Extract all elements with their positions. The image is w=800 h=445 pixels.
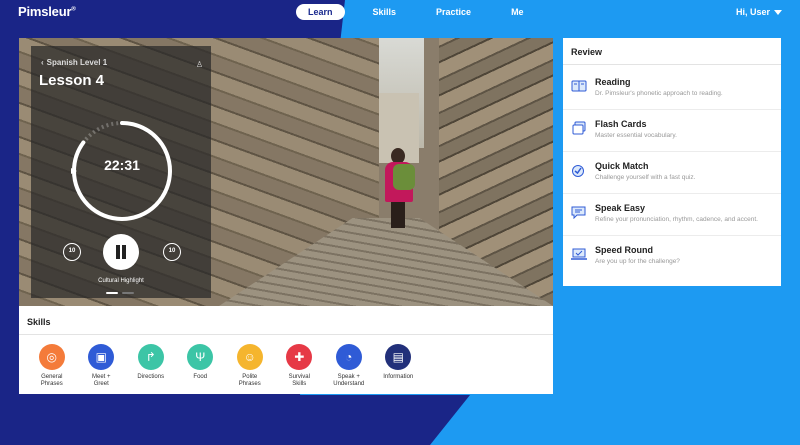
- hero-photo: ‹ Spanish Level 1 Lesson 4 ♙ 22:31 10 10 …: [19, 38, 553, 306]
- check-circle-icon: [571, 163, 587, 177]
- skill-item[interactable]: ☺ Polite Phrases: [225, 344, 275, 388]
- lesson-card: ‹ Spanish Level 1 Lesson 4 ♙ 22:31 10 10 …: [19, 38, 553, 394]
- review-item-desc: Are you up for the challenge?: [595, 258, 680, 265]
- skill-item[interactable]: ↱ Directions: [126, 344, 176, 388]
- top-bar: Pimsleur® Learn Skills Practice Me Hi, U…: [0, 0, 800, 25]
- review-card: Review Reading Dr. Pimsleur's phonetic ap…: [563, 38, 781, 286]
- review-item-title: Flash Cards: [595, 119, 647, 129]
- divider: [563, 64, 781, 65]
- user-greeting: Hi, User: [735, 7, 770, 17]
- skill-glyph: ◔: [345, 350, 353, 364]
- info-book-icon: ▤: [385, 344, 412, 370]
- nav-practice[interactable]: Practice: [424, 4, 483, 20]
- skill-glyph: ↱: [145, 350, 156, 364]
- pimsleur-logo[interactable]: Pimsleur®: [18, 4, 76, 19]
- nav-learn[interactable]: Learn: [296, 4, 345, 20]
- review-heading: Review: [571, 47, 603, 57]
- audio-player: ‹ Spanish Level 1 Lesson 4 ♙ 22:31 10 10 …: [31, 46, 211, 298]
- skill-label: Meet + Greet: [91, 374, 111, 387]
- skill-glyph: ▣: [95, 350, 107, 364]
- skill-item[interactable]: ✚ Survival Skills: [275, 344, 325, 388]
- user-menu[interactable]: Hi, User: [736, 4, 782, 20]
- skill-item[interactable]: Ψ Food: [176, 344, 226, 388]
- skill-glyph: ◎: [46, 350, 57, 364]
- time-remaining: 22:31: [104, 157, 140, 173]
- pause-icon: [116, 245, 120, 259]
- rewind-seconds: 10: [68, 248, 76, 254]
- speech-bubble-icon: [571, 205, 587, 220]
- skill-item[interactable]: ◎ General Phrases: [27, 344, 77, 388]
- chevron-left-icon: ‹: [41, 58, 44, 67]
- course-back-link[interactable]: ‹ Spanish Level 1: [41, 58, 107, 67]
- review-item-speak-easy[interactable]: Speak Easy Refine your pronunciation, rhy…: [563, 194, 781, 236]
- forward-seconds: 10: [168, 248, 176, 254]
- review-item-title: Speed Round: [595, 245, 653, 255]
- divider: [19, 334, 553, 335]
- cards-icon: [571, 121, 587, 135]
- skill-item[interactable]: ◔ Speak + Understand: [324, 344, 374, 388]
- rewind-10-button[interactable]: 10: [63, 243, 81, 261]
- book-icon: [571, 79, 587, 93]
- skill-glyph: ✚: [294, 350, 305, 364]
- course-name: Spanish Level 1: [46, 58, 108, 67]
- smile-icon: ☺: [236, 344, 263, 370]
- skill-label: General Phrases: [40, 374, 63, 387]
- cultural-highlight-label: Cultural Highlight: [98, 278, 144, 284]
- skill-label: Polite Phrases: [238, 374, 261, 387]
- review-item-desc: Challenge yourself with a fast quiz.: [595, 174, 696, 181]
- skill-label: Information: [383, 374, 414, 380]
- forward-10-button[interactable]: 10: [163, 243, 181, 261]
- review-item-title: Speak Easy: [595, 203, 646, 213]
- skill-label: Directions: [137, 374, 165, 380]
- slide-dot[interactable]: [122, 292, 134, 294]
- nav-skills[interactable]: Skills: [361, 4, 409, 20]
- review-item-speed-round[interactable]: Speed Round Are you up for the challenge?: [563, 236, 781, 278]
- review-item-flash-cards[interactable]: Flash Cards Master essential vocabulary.: [563, 110, 781, 152]
- skill-label: Food: [193, 374, 208, 380]
- slide-dot[interactable]: [106, 292, 118, 294]
- skill-label: Survival Skills: [288, 374, 310, 387]
- review-item-title: Reading: [595, 77, 631, 87]
- skill-label: Speak + Understand: [333, 374, 365, 387]
- caret-down-icon: [774, 10, 782, 16]
- review-item-desc: Dr. Pimsleur's phonetic approach to read…: [595, 90, 723, 97]
- head-speech-icon: ◔: [335, 344, 362, 370]
- review-item-reading[interactable]: Reading Dr. Pimsleur's phonetic approach …: [563, 68, 781, 110]
- review-item-quick-match[interactable]: Quick Match Challenge yourself with a fas…: [563, 152, 781, 194]
- pause-button[interactable]: [103, 234, 139, 270]
- review-list: Reading Dr. Pimsleur's phonetic approach …: [563, 68, 781, 278]
- review-item-title: Quick Match: [595, 161, 649, 171]
- skills-list: ◎ General Phrases ▣ Meet + Greet ↱ Directions…: [27, 344, 423, 388]
- person-icon[interactable]: ♙: [196, 60, 203, 69]
- nav-me[interactable]: Me: [499, 4, 536, 20]
- id-card-icon: ▣: [88, 344, 115, 370]
- skill-item[interactable]: ▤ Information: [374, 344, 424, 388]
- skill-item[interactable]: ▣ Meet + Greet: [77, 344, 127, 388]
- globe-icon: ◎: [38, 344, 65, 370]
- review-item-desc: Master essential vocabulary.: [595, 132, 677, 139]
- laptop-check-icon: [571, 247, 587, 261]
- skill-glyph: Ψ: [195, 350, 206, 364]
- arrow-turn-icon: ↱: [137, 344, 164, 370]
- skills-heading: Skills: [27, 317, 51, 327]
- player-controls: 10 10: [31, 234, 211, 270]
- main-nav: Learn Skills Practice Me: [296, 4, 552, 20]
- slide-indicator: [106, 292, 134, 294]
- skill-glyph: ▤: [392, 350, 404, 364]
- lesson-title: Lesson 4: [39, 72, 105, 89]
- woman-walking-image: [379, 148, 419, 230]
- skill-glyph: ☺: [243, 350, 256, 364]
- first-aid-icon: ✚: [286, 344, 313, 370]
- review-item-desc: Refine your pronunciation, rhythm, caden…: [595, 216, 758, 223]
- utensils-icon: Ψ: [187, 344, 214, 370]
